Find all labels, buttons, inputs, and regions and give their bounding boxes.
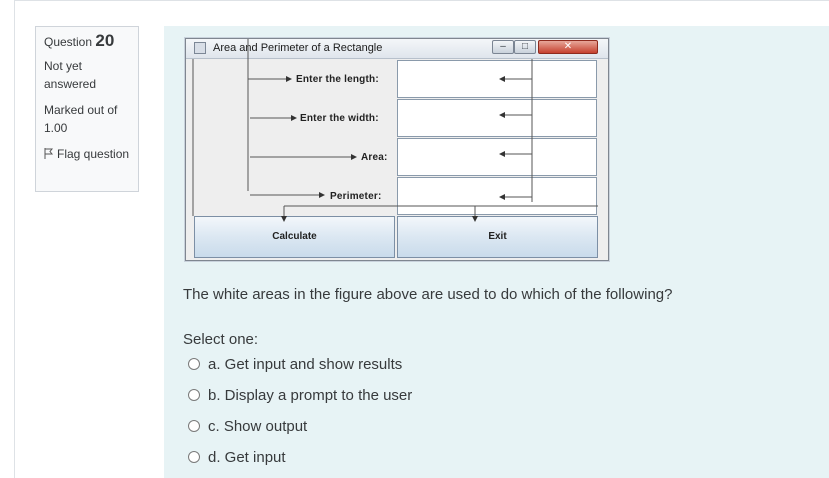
- question-grade: Marked out of 1.00: [44, 103, 118, 135]
- question-number: Question 20: [44, 32, 130, 51]
- question-text: The white areas in the figure above are …: [183, 286, 673, 303]
- maximize-icon: □: [514, 40, 536, 54]
- close-icon: ✕: [538, 40, 598, 54]
- option-c[interactable]: c. Show output: [188, 418, 307, 435]
- flag-question-label: Flag question: [57, 147, 130, 161]
- perimeter-label: Perimeter:: [330, 191, 382, 202]
- area-label: Area:: [361, 152, 388, 163]
- option-b[interactable]: b. Display a prompt to the user: [188, 387, 412, 404]
- option-a[interactable]: a. Get input and show results: [188, 356, 402, 373]
- window-title: Area and Perimeter of a Rectangle: [213, 42, 383, 54]
- flag-icon: [44, 148, 54, 159]
- minimize-icon: –: [492, 40, 514, 54]
- calculate-button: Calculate: [194, 216, 395, 258]
- question-label: Question: [44, 35, 93, 49]
- option-a-radio[interactable]: [188, 358, 200, 370]
- length-label: Enter the length:: [296, 74, 379, 85]
- flag-question-link[interactable]: Flag question: [44, 145, 130, 163]
- question-state: Not yet answered: [44, 59, 97, 91]
- option-b-radio[interactable]: [188, 389, 200, 401]
- option-d[interactable]: d. Get input: [188, 449, 286, 466]
- java-app-icon: [194, 42, 206, 54]
- question-number-value: 20: [95, 31, 115, 50]
- figure-java-window: Area and Perimeter of a Rectangle – □ ✕ …: [185, 38, 609, 261]
- window-titlebar: Area and Perimeter of a Rectangle – □ ✕: [186, 39, 608, 59]
- exit-button: Exit: [397, 216, 598, 258]
- perimeter-field: [397, 177, 597, 215]
- width-field: [397, 99, 597, 137]
- option-d-label[interactable]: d. Get input: [208, 449, 286, 466]
- question-info-box: Question 20 Not yet answered Marked out …: [35, 26, 139, 192]
- option-d-radio[interactable]: [188, 451, 200, 463]
- option-c-radio[interactable]: [188, 420, 200, 432]
- length-field: [397, 60, 597, 98]
- area-field: [397, 138, 597, 176]
- option-a-label[interactable]: a. Get input and show results: [208, 356, 402, 373]
- option-c-label[interactable]: c. Show output: [208, 418, 307, 435]
- select-one-prompt: Select one:: [183, 331, 259, 348]
- width-label: Enter the width:: [300, 113, 379, 124]
- option-b-label[interactable]: b. Display a prompt to the user: [208, 387, 412, 404]
